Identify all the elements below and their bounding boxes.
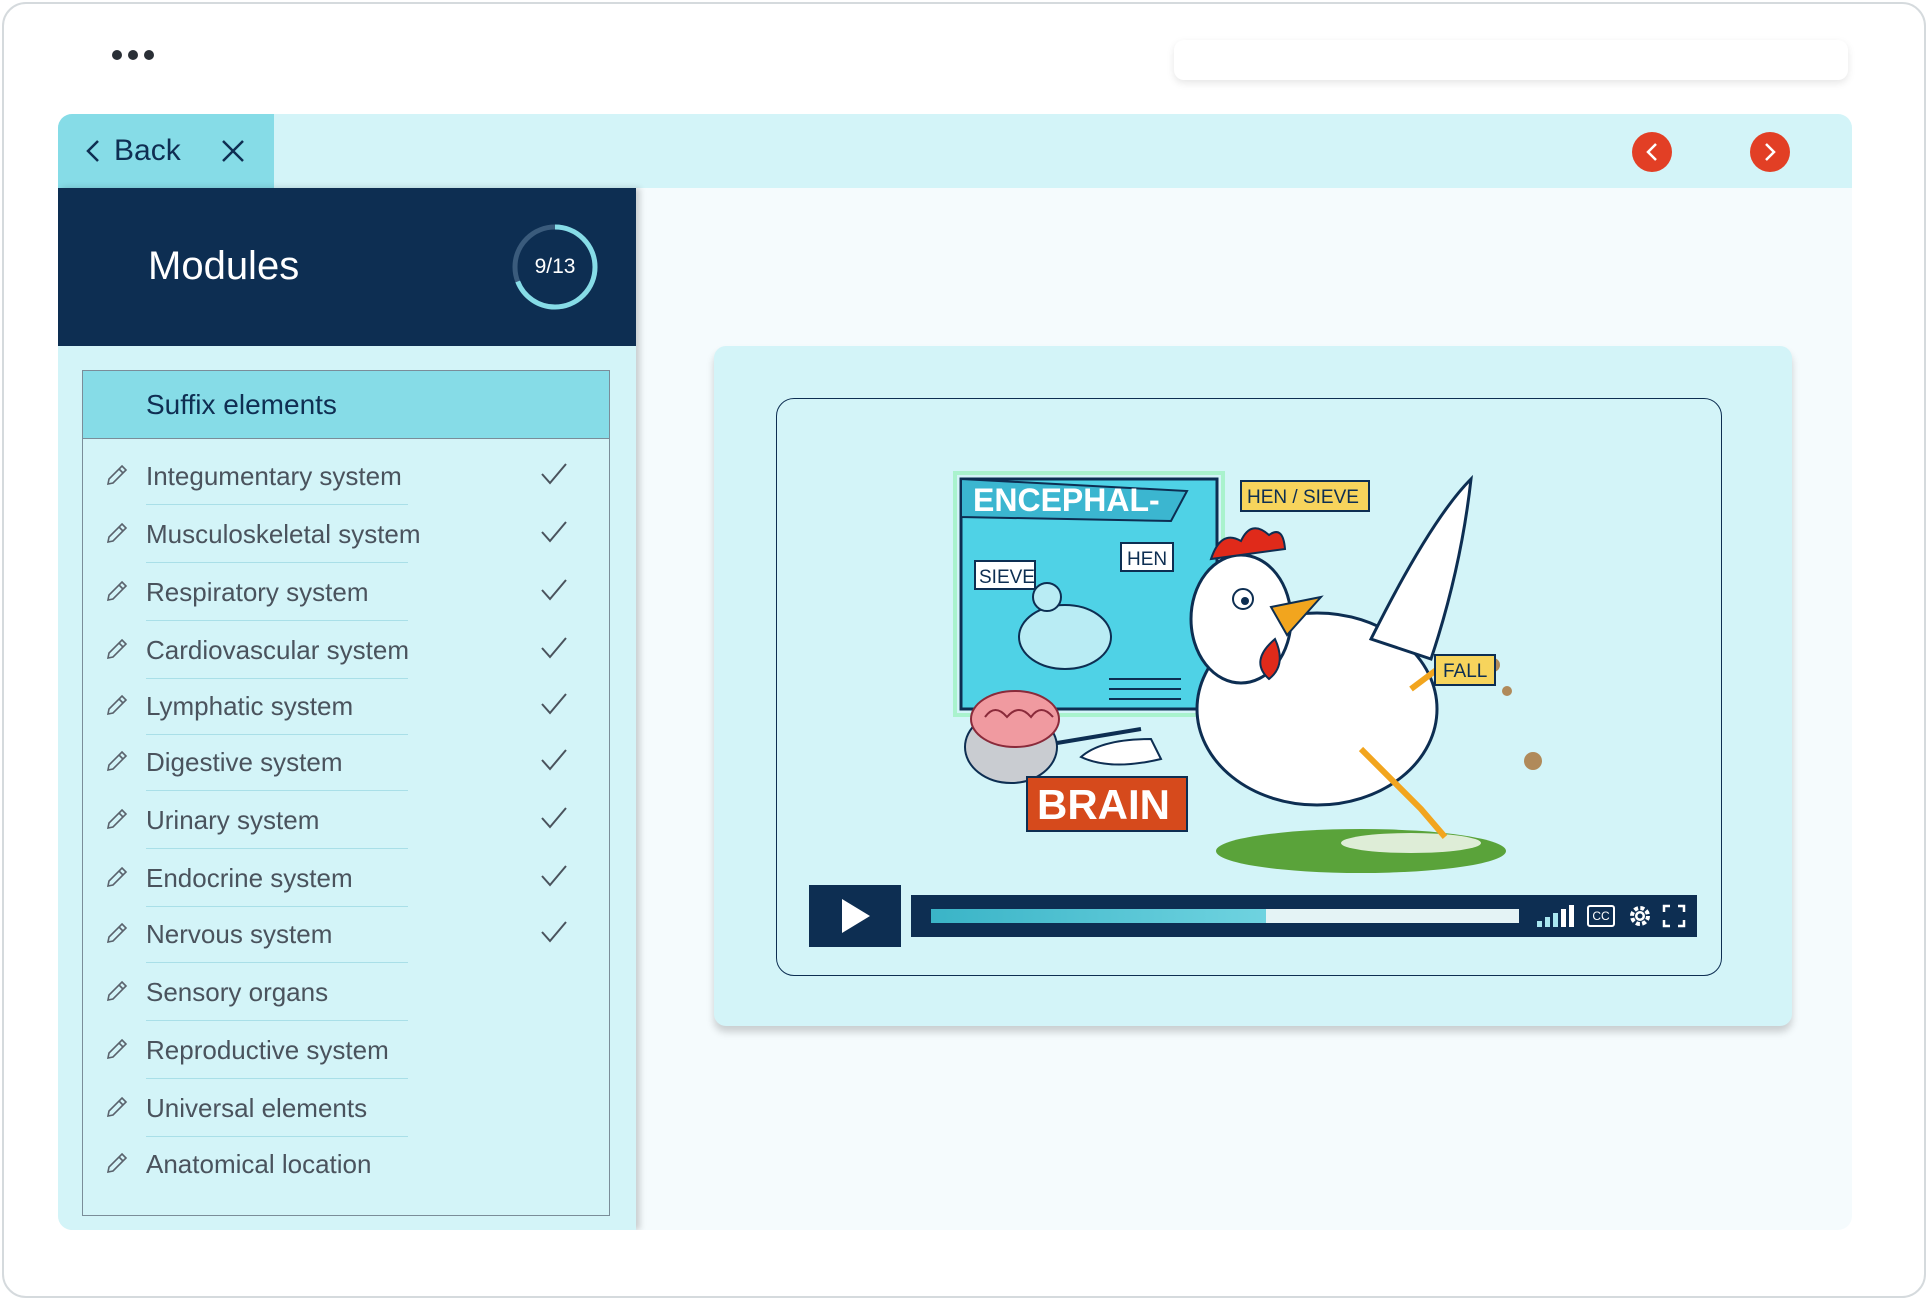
play-icon — [842, 899, 870, 933]
module-item[interactable]: Musculoskeletal system — [83, 505, 609, 563]
back-tab: Back — [58, 114, 274, 188]
chevron-left-icon — [1646, 143, 1657, 161]
pencil-icon — [106, 638, 128, 660]
checkmark-icon — [541, 807, 567, 829]
module-label: Reproductive system — [146, 1035, 389, 1065]
modules-header: Modules 9/13 — [58, 188, 636, 346]
pencil-icon — [106, 522, 128, 544]
module-item[interactable]: Sensory organs — [83, 963, 609, 1021]
module-item[interactable]: Lymphatic system — [83, 677, 609, 735]
module-item[interactable]: Universal elements — [83, 1079, 609, 1137]
hen-label: HEN — [1127, 549, 1167, 570]
play-button[interactable] — [809, 885, 901, 947]
module-label: Nervous system — [146, 919, 333, 949]
modules-sidebar: Modules 9/13 Suffix elements Integumenta… — [58, 188, 636, 1230]
fullscreen-icon[interactable] — [1661, 903, 1687, 929]
checkmark-icon — [541, 463, 567, 485]
pencil-icon — [106, 750, 128, 772]
chevron-left-icon — [86, 140, 99, 162]
prefix-label: ENCEPHAL- — [973, 482, 1160, 518]
video-progress-bar[interactable] — [931, 909, 1519, 923]
back-label: Back — [114, 134, 181, 167]
pencil-icon — [106, 922, 128, 944]
module-label: Anatomical location — [146, 1149, 372, 1179]
close-icon[interactable] — [218, 136, 248, 166]
pencil-icon — [106, 1152, 128, 1174]
video-card: ENCEPHAL- SIEVE HEN BRAIN HEN / SIEVE FA… — [714, 346, 1792, 1026]
module-label: Universal elements — [146, 1093, 368, 1123]
pencil-icon — [106, 580, 128, 602]
module-label: Digestive system — [146, 747, 343, 777]
checkmark-icon — [541, 921, 567, 943]
video-control-bar: CC — [911, 895, 1697, 937]
pencil-icon — [106, 866, 128, 888]
pencil-icon — [106, 1096, 128, 1118]
module-item[interactable]: Respiratory system — [83, 563, 609, 621]
checkmark-icon — [541, 749, 567, 771]
pencil-icon — [106, 464, 128, 486]
modules-title: Modules — [148, 244, 300, 288]
module-item[interactable]: Anatomical location — [83, 1135, 609, 1193]
pencil-icon — [106, 808, 128, 830]
next-button[interactable] — [1750, 132, 1790, 172]
course-player: Back Modules 9/13 Suffix elements Integu… — [58, 114, 1852, 1230]
module-label: Musculoskeletal system — [146, 519, 421, 549]
previous-button[interactable] — [1632, 132, 1672, 172]
module-label: Sensory organs — [146, 977, 329, 1007]
more-options-icon[interactable] — [112, 50, 154, 60]
checkmark-icon — [541, 693, 567, 715]
module-item[interactable]: Cardiovascular system — [83, 621, 609, 679]
module-label: Urinary system — [146, 805, 320, 835]
module-item[interactable]: Urinary system — [83, 791, 609, 849]
module-item[interactable]: Digestive system — [83, 733, 609, 791]
fall-label: FALL — [1443, 661, 1487, 682]
module-label: Integumentary system — [146, 461, 402, 491]
module-label: Cardiovascular system — [146, 635, 409, 665]
chevron-right-icon — [1765, 143, 1776, 161]
hen-sieve-label: HEN / SIEVE — [1247, 487, 1359, 508]
pencil-icon — [106, 980, 128, 1002]
checkmark-icon — [541, 579, 567, 601]
module-item[interactable]: Integumentary system — [83, 447, 609, 505]
brain-label: BRAIN — [1037, 781, 1170, 828]
module-item[interactable]: Reproductive system — [83, 1021, 609, 1079]
volume-icon[interactable] — [1535, 903, 1577, 929]
module-label: Lymphatic system — [146, 691, 354, 721]
module-item[interactable]: Nervous system — [83, 905, 609, 963]
checkmark-icon — [541, 521, 567, 543]
progress-count: 9/13 — [534, 255, 576, 278]
module-label: Endocrine system — [146, 863, 353, 893]
lesson-illustration: ENCEPHAL- SIEVE HEN BRAIN HEN / SIEVE FA… — [953, 471, 1542, 873]
checkmark-icon — [541, 637, 567, 659]
pencil-icon — [106, 1038, 128, 1060]
pencil-icon — [106, 694, 128, 716]
video-player: ENCEPHAL- SIEVE HEN BRAIN HEN / SIEVE FA… — [776, 398, 1722, 976]
section-title[interactable]: Suffix elements — [83, 371, 609, 439]
checkmark-icon — [541, 865, 567, 887]
course-header: Back — [58, 114, 1852, 188]
sieve-label: SIEVE — [979, 567, 1035, 588]
module-label: Respiratory system — [146, 577, 369, 607]
captions-button[interactable]: CC — [1587, 905, 1615, 927]
module-section: Suffix elements Integumentary system Musc… — [82, 370, 610, 1216]
settings-icon[interactable] — [1627, 903, 1653, 929]
back-button[interactable]: Back — [84, 134, 181, 168]
video-progress-fill — [931, 909, 1267, 923]
address-bar[interactable] — [1174, 40, 1848, 80]
module-item[interactable]: Endocrine system — [83, 849, 609, 907]
